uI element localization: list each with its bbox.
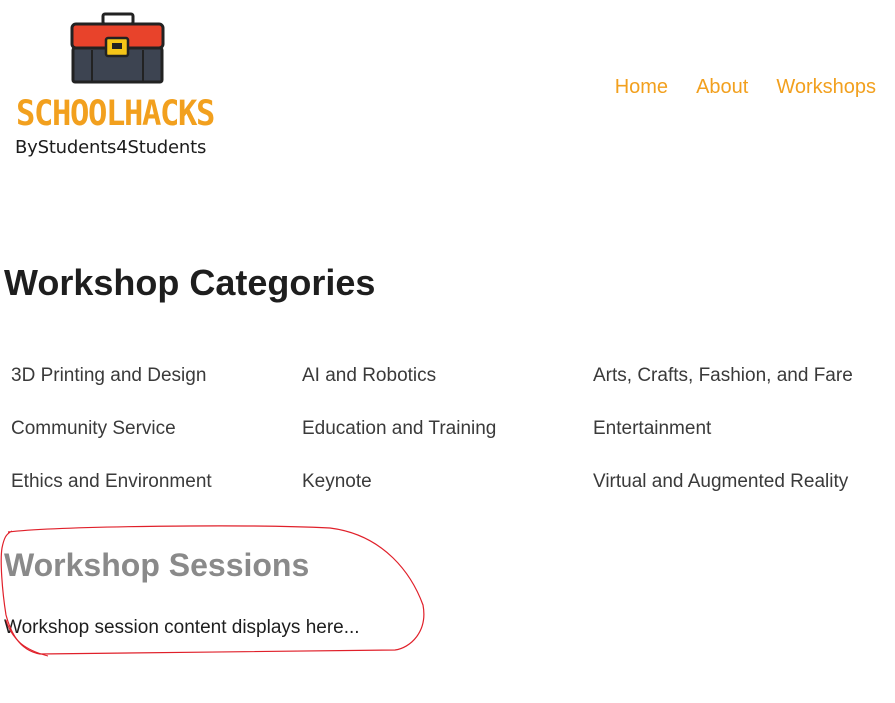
logo-wordmark: SCHOOLHACKS <box>16 94 215 134</box>
nav-workshops-link[interactable]: Workshops <box>776 76 876 99</box>
category-link[interactable]: Ethics and Environment <box>11 468 302 521</box>
logo-tagline: ByStudents4Students <box>15 137 207 158</box>
main-nav: Home About Workshops <box>615 76 876 99</box>
site-logo[interactable]: SCHOOLHACKS ByStudents4Students <box>12 12 227 162</box>
nav-about-link[interactable]: About <box>696 76 748 99</box>
category-link[interactable]: Keynote <box>302 468 593 521</box>
category-link[interactable]: AI and Robotics <box>302 362 593 415</box>
category-link[interactable]: Education and Training <box>302 415 593 468</box>
toolbox-icon <box>70 12 165 84</box>
category-grid: 3D Printing and Design AI and Robotics A… <box>11 362 891 521</box>
category-link[interactable]: Arts, Crafts, Fashion, and Fare <box>593 362 891 415</box>
category-link[interactable]: 3D Printing and Design <box>11 362 302 415</box>
category-link[interactable]: Entertainment <box>593 415 891 468</box>
categories-heading: Workshop Categories <box>4 262 376 303</box>
category-link[interactable]: Community Service <box>11 415 302 468</box>
nav-home-link[interactable]: Home <box>615 76 668 99</box>
sessions-content-text: Workshop session content displays here..… <box>4 617 360 638</box>
category-link[interactable]: Virtual and Augmented Reality <box>593 468 891 521</box>
sessions-heading: Workshop Sessions <box>4 547 310 583</box>
